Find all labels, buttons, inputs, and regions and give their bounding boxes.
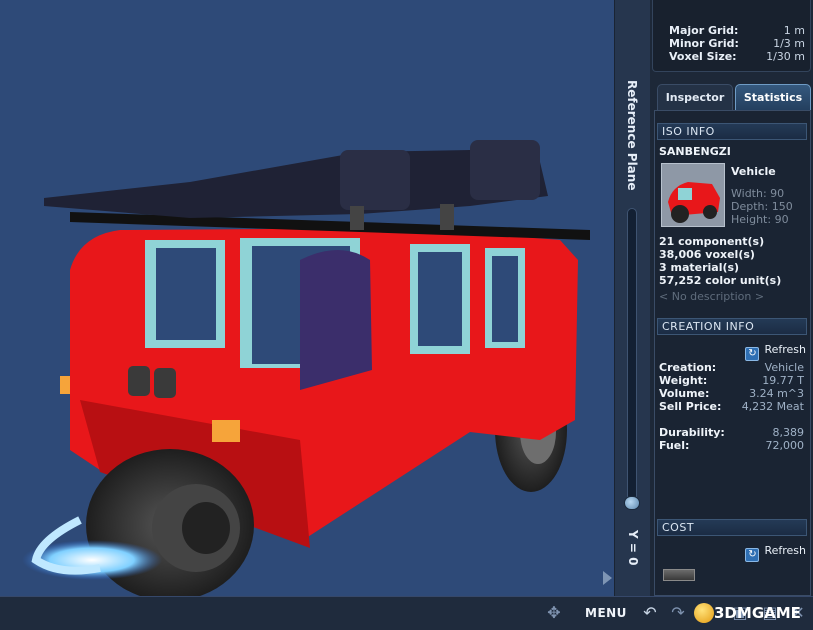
iso-name: SANBENGZI <box>659 145 731 158</box>
refresh-icon: ↻ <box>745 347 760 361</box>
cost-material-item <box>663 569 695 581</box>
weight-value: 19.77 T <box>762 374 804 387</box>
material-count: 3 material(s) <box>659 261 740 274</box>
menu-button[interactable]: MENU <box>585 606 627 620</box>
reference-plane-slider-thumb[interactable] <box>624 496 640 510</box>
major-grid-row: Major Grid: 1 m <box>669 24 805 37</box>
undo-icon[interactable]: ↶ <box>640 603 660 623</box>
fuel-label: Fuel: <box>659 439 690 452</box>
creation-info-header: CREATION INFO <box>657 318 807 335</box>
site-watermark: 3DMGAME <box>694 601 810 627</box>
cost-header: COST <box>657 519 807 536</box>
minor-grid-row: Minor Grid: 1/3 m <box>669 37 805 50</box>
iso-thumbnail <box>661 163 725 227</box>
editor-viewport[interactable] <box>0 0 614 596</box>
component-count: 21 component(s) <box>659 235 765 248</box>
creation-label: Creation: <box>659 361 717 374</box>
volume-label: Volume: <box>659 387 710 400</box>
durability-label: Durability: <box>659 426 725 439</box>
iso-info-header: ISO INFO <box>657 123 807 140</box>
iso-depth: Depth: 150 <box>731 200 793 213</box>
tab-bar: Inspector Statistics <box>654 84 811 110</box>
tab-statistics[interactable]: Statistics <box>735 84 811 110</box>
statistics-panel: ISO INFO SANBENGZI Vehicle Width: 90 Dep… <box>654 110 811 596</box>
tab-inspector[interactable]: Inspector <box>657 84 733 110</box>
move-icon[interactable]: ✥ <box>544 603 564 623</box>
fuel-value: 72,000 <box>765 439 805 452</box>
sell-price-label: Sell Price: <box>659 400 722 413</box>
watermark-logo-icon <box>694 603 714 623</box>
refresh-icon: ↻ <box>745 548 760 562</box>
iso-type: Vehicle <box>731 165 776 178</box>
creation-value: Vehicle <box>764 361 804 374</box>
color-unit-count: 57,252 color unit(s) <box>659 274 782 287</box>
right-panel: Major Grid: 1 m Minor Grid: 1/3 m Voxel Si… <box>650 0 813 596</box>
grid-info-box: Major Grid: 1 m Minor Grid: 1/3 m Voxel Si… <box>652 0 811 72</box>
weight-label: Weight: <box>659 374 708 387</box>
iso-height: Height: 90 <box>731 213 789 226</box>
expand-arrow-icon[interactable] <box>603 571 612 585</box>
creation-refresh-button[interactable]: ↻ Refresh <box>745 343 806 361</box>
voxel-count: 38,006 voxel(s) <box>659 248 755 261</box>
voxel-size-row: Voxel Size: 1/30 m <box>669 50 805 63</box>
sell-price-value: 4,232 Meat <box>741 400 804 413</box>
bottom-toolbar: ✥ MENU ↶ ↷ ▣ ▤ ✕ 3DMGAME <box>0 596 813 630</box>
volume-value: 3.24 m^3 <box>749 387 804 400</box>
reference-plane-slider-track[interactable] <box>627 208 637 508</box>
redo-icon[interactable]: ↷ <box>668 603 688 623</box>
reference-plane-title: Reference Plane <box>625 80 639 191</box>
durability-value: 8,389 <box>772 426 805 439</box>
iso-description: < No description > <box>659 290 765 303</box>
iso-width: Width: 90 <box>731 187 785 200</box>
vehicle-model <box>22 140 590 596</box>
cost-refresh-button[interactable]: ↻ Refresh <box>745 544 806 562</box>
